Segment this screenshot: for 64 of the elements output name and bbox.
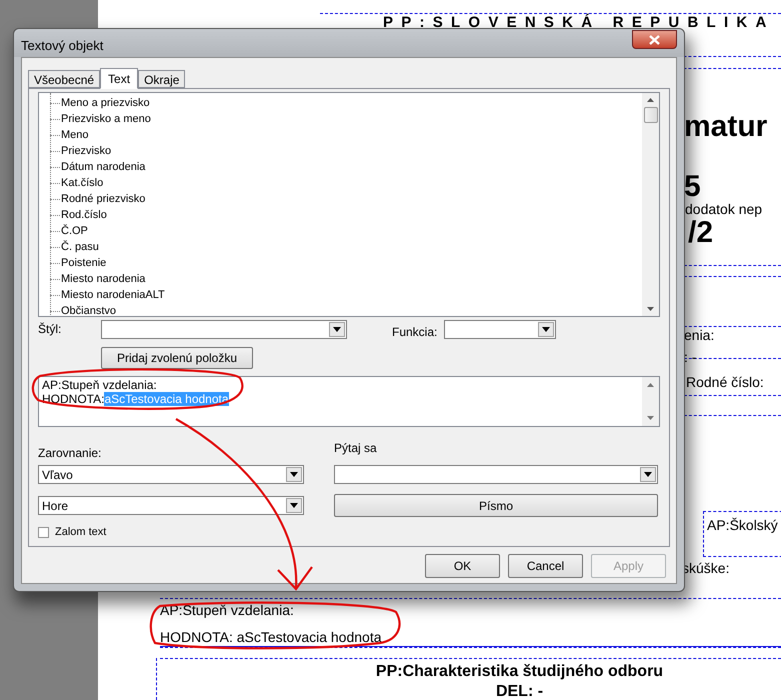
scroll-thumb[interactable]: [644, 107, 658, 123]
editor-text: AP:Stupeň vzdelania:: [42, 378, 157, 392]
tree-item[interactable]: Dátum narodenia: [60, 158, 146, 176]
close-icon: [649, 34, 660, 44]
add-item-button[interactable]: Pridaj zvolenú položku: [101, 347, 253, 369]
font-button[interactable]: Písmo: [334, 494, 658, 517]
document-text: Rodné číslo:: [686, 373, 764, 392]
dropdown-arrow-icon: [542, 327, 550, 332]
scroll-up-icon[interactable]: [647, 98, 654, 102]
window-title: Textový objekt: [21, 37, 104, 55]
document-header: PP:SLOVENSKÁ REPUBLIKA: [383, 15, 775, 30]
scrollbar[interactable]: [642, 93, 659, 316]
scroll-down-icon[interactable]: [647, 307, 654, 311]
field-text: AP:Stupeň vzdelania:: [160, 601, 295, 620]
close-button[interactable]: [632, 30, 677, 49]
dropdown-arrow-icon: [290, 503, 298, 508]
function-label: Funkcia:: [392, 324, 438, 341]
dialog-button[interactable]: OK: [425, 554, 500, 578]
tree-item[interactable]: Miesto narodeniaALT: [60, 286, 165, 304]
document-text: /2: [688, 218, 714, 248]
scroll-down-icon[interactable]: [647, 416, 654, 420]
tab[interactable]: Okraje: [138, 70, 186, 88]
document-text: dodatok nep: [685, 200, 762, 219]
tree-item[interactable]: Priezvisko: [60, 142, 112, 160]
tree-item[interactable]: Č.OP: [60, 222, 88, 240]
dropdown[interactable]: [101, 320, 347, 339]
document-text: AP:Školský: [703, 511, 781, 557]
editor-text: HODNOTA:: [42, 392, 104, 406]
scrollbar[interactable]: [642, 377, 659, 426]
ask-label: Pýtaj sa: [334, 440, 378, 457]
checkbox[interactable]: [38, 526, 49, 538]
document-text: enia:: [684, 326, 714, 345]
dropdown[interactable]: Hore: [38, 496, 304, 515]
section-title: PP:Charakteristika študijného odboru: [376, 662, 664, 682]
tree-item[interactable]: Poistenie: [60, 254, 106, 272]
alignment-label: Zarovnanie:: [38, 445, 102, 462]
document-text: matur: [684, 112, 768, 142]
tab[interactable]: Text: [100, 68, 138, 89]
dropdown[interactable]: [444, 320, 556, 339]
dropdown-arrow-icon: [290, 472, 298, 477]
dropdown-arrow-icon: [644, 472, 652, 477]
dropdown[interactable]: Vľavo: [38, 465, 304, 484]
checkbox-label: Zalom text: [55, 525, 106, 540]
tree-item[interactable]: Č. pasu: [60, 238, 99, 256]
tree-item[interactable]: Kat.číslo: [60, 174, 104, 192]
document-text: : -: [684, 348, 696, 367]
field-text: HODNOTA: aScTestovacia hodnota: [160, 628, 382, 647]
text-editor[interactable]: AP:Stupeň vzdelania: HODNOTA:aScTestovacia hodnota: [38, 376, 660, 427]
selected-text: aScTestovacia hodnota: [104, 392, 229, 406]
tree-item[interactable]: Rod.číslo: [60, 206, 107, 224]
tree-item[interactable]: Priezvisko a meno: [60, 110, 151, 128]
tree-item[interactable]: Meno: [60, 126, 89, 144]
dialog-button[interactable]: Cancel: [508, 554, 583, 578]
style-label: Štýl:: [38, 321, 62, 338]
document-text: 5: [684, 172, 701, 202]
tree-item[interactable]: Miesto narodenia: [60, 270, 146, 288]
tab[interactable]: Všeobecné: [28, 70, 100, 88]
section-subtitle: DEL: -: [496, 682, 544, 700]
tree-item[interactable]: Meno a priezvisko: [60, 94, 150, 112]
tree-item[interactable]: Občianstvo: [60, 302, 116, 316]
dropdown[interactable]: [334, 465, 658, 484]
scroll-up-icon[interactable]: [647, 383, 654, 387]
tree-item[interactable]: Rodné priezvisko: [60, 190, 146, 208]
dropdown-arrow-icon: [333, 327, 341, 332]
